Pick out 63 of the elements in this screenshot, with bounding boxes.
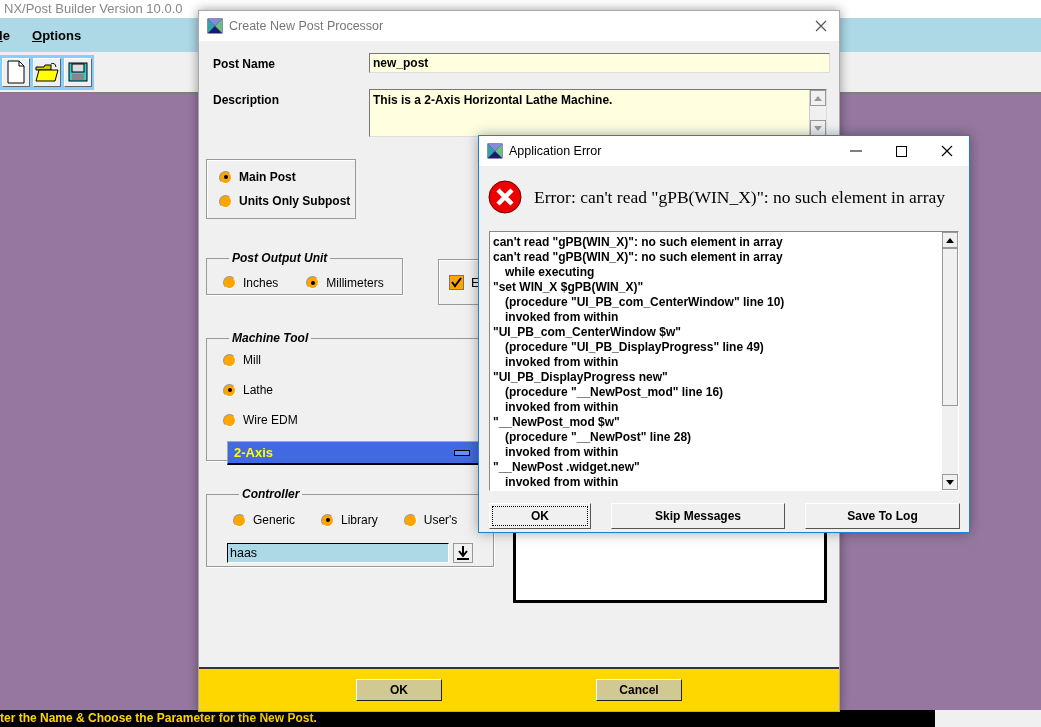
maximize-icon[interactable]	[896, 145, 907, 157]
option-menu-icon	[454, 449, 470, 456]
radio-button[interactable]: User's	[403, 513, 458, 527]
radio-button[interactable]: Generic	[233, 513, 296, 527]
close-icon[interactable]	[941, 145, 953, 157]
error-message: Error: can't read "gPB(WIN_X)": no such element in array	[534, 186, 946, 208]
log-line: can't read "gPB(WIN_X)": no such element in array	[493, 250, 784, 265]
controller-field[interactable]: haas	[227, 543, 449, 563]
new-file-button[interactable]	[2, 57, 30, 87]
app-icon	[487, 143, 503, 159]
dialog-button[interactable]: OK	[356, 679, 442, 701]
folder-icon	[35, 62, 59, 82]
radio-button[interactable]: Units Only Subpost	[219, 194, 355, 208]
radio-button[interactable]: Mill	[223, 353, 495, 367]
scroll-down-icon[interactable]	[942, 474, 958, 490]
log-line: invoked from within	[504, 355, 620, 370]
log-line: can't read "gPB(WIN_X)": no such element in array	[493, 235, 784, 250]
log-line: "UI_PB_DisplayProgress new"	[493, 370, 669, 385]
log-line: "__NewPost .widget.new"	[493, 460, 641, 475]
log-line: while executing	[504, 265, 596, 280]
log-line: (procedure "UI_PB_DisplayProgress" line 49)	[504, 340, 765, 355]
save-button[interactable]	[64, 57, 92, 87]
post-name-field[interactable]: new_post	[369, 53, 830, 73]
log-line: invoked from within	[504, 475, 620, 490]
window-title: Application Error	[509, 144, 602, 158]
dialog-button[interactable]: Skip Messages	[611, 503, 785, 529]
status-bar: ter the Name & Choose the Parameter for the New Post.	[0, 710, 935, 727]
close-icon[interactable]	[815, 20, 827, 32]
log-line: (procedure "__NewPost_mod" line 16)	[504, 385, 725, 400]
scrollbar-thumb[interactable]	[942, 248, 958, 406]
log-line: invoked from within	[504, 445, 620, 460]
field-label: Post Name	[213, 56, 277, 71]
dialog-button[interactable]: OK	[489, 503, 591, 529]
log-line: "UI_PB_com_CenterWindow $w"	[493, 325, 682, 340]
group-title: Machine Tool	[231, 331, 310, 345]
download-button[interactable]	[453, 543, 473, 563]
log-line: "set WIN_X $gPB(WIN_X)"	[493, 280, 645, 295]
radio-button[interactable]: Main Post	[219, 170, 355, 184]
log-line: invoked from within	[504, 310, 620, 325]
app-icon	[207, 18, 223, 34]
dialog-button[interactable]: Cancel	[596, 679, 682, 701]
radio-button[interactable]: Millimeters	[306, 271, 384, 294]
log-line: (procedure "UI_PB_com_CenterWindow" line 10)	[504, 295, 786, 310]
radio-button[interactable]: Inches	[223, 271, 279, 294]
log-line: "__NewPost_mod $w"	[493, 415, 621, 430]
scroll-up-icon[interactable]	[942, 232, 958, 248]
download-arrow-icon	[457, 546, 469, 560]
menu-item[interactable]: Options	[32, 27, 82, 43]
radio-button[interactable]: Wire EDM	[223, 413, 495, 427]
radio-button[interactable]: Lathe	[223, 383, 495, 397]
open-button[interactable]	[33, 57, 61, 87]
group-title: Post Output Unit	[231, 251, 329, 265]
axis-dropdown[interactable]: 2-Axis	[227, 441, 479, 465]
error-icon	[488, 180, 522, 214]
dialog-button[interactable]: Save To Log	[805, 503, 960, 529]
menu-item[interactable]: le	[0, 27, 24, 43]
blank-page-icon	[7, 60, 25, 84]
group-title: Controller	[241, 487, 301, 501]
field-label: Description	[213, 92, 280, 107]
log-line: (procedure "__NewPost" line 28)	[504, 430, 693, 445]
log-line: invoked from within	[504, 400, 620, 415]
radio-button[interactable]: Library	[321, 513, 378, 527]
window-title: Create New Post Processor	[229, 19, 384, 33]
